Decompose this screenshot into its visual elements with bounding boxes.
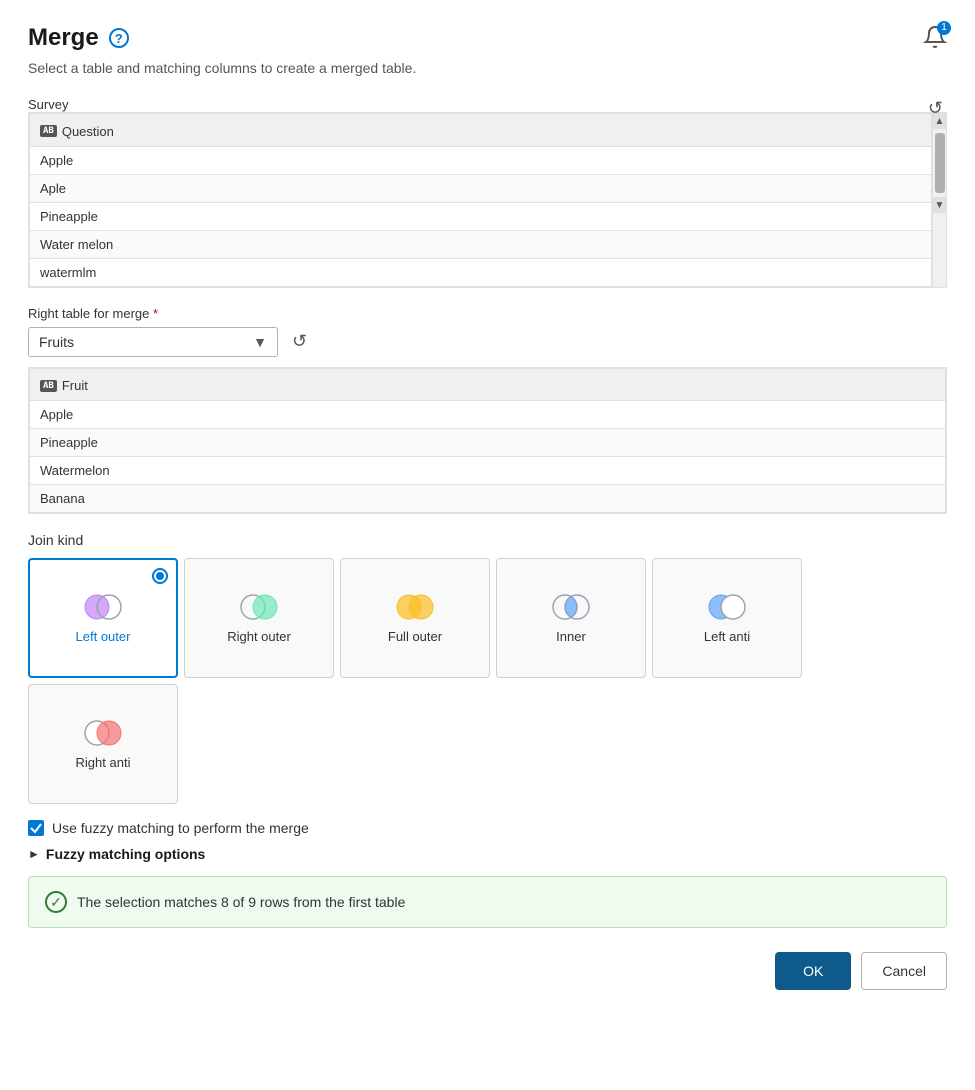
left-table: AB Question AppleAplePineappleWater melo… (29, 113, 932, 287)
success-icon: ✓ (45, 891, 67, 913)
footer-buttons: OK Cancel (28, 952, 947, 990)
left-table-label: Survey (28, 97, 68, 112)
right-table-dropdown[interactable]: Fruits ▼ (28, 327, 278, 357)
left-table-scrollbar[interactable]: ▲ ▼ (932, 113, 946, 287)
right-table-dropdown-row: Fruits ▼ ↺ (28, 327, 947, 357)
join-option-left-anti[interactable]: Left anti (652, 558, 802, 678)
join-kind-label: Join kind (28, 532, 947, 548)
subtitle: Select a table and matching columns to c… (28, 60, 947, 76)
chevron-down-icon: ▼ (253, 334, 267, 350)
right-table-column-header: AB Fruit (30, 368, 946, 401)
right-column-type-icon: AB (40, 380, 57, 392)
fuzzy-matching-checkbox[interactable] (28, 820, 44, 836)
table-row[interactable]: Pineapple (30, 429, 946, 457)
left-table-refresh-button[interactable]: ↺ (924, 96, 947, 121)
ok-button[interactable]: OK (775, 952, 851, 990)
venn-icon-right-outer (237, 593, 281, 621)
notification-badge: 1 (937, 21, 951, 35)
right-table-refresh-button[interactable]: ↺ (288, 329, 311, 354)
left-column-type-icon: AB (40, 125, 57, 137)
venn-icon-left-anti (705, 593, 749, 621)
join-option-right-anti[interactable]: Right anti (28, 684, 178, 804)
table-row[interactable]: Pineapple (30, 202, 932, 230)
table-row[interactable]: Apple (30, 401, 946, 429)
right-table-container: AB Fruit ApplePineappleWatermelonBanana (28, 367, 947, 515)
join-option-label-full-outer: Full outer (388, 629, 442, 644)
scroll-down-arrow[interactable]: ▼ (933, 197, 947, 213)
left-table-section: Survey ↺ AB Question AppleAplePineappleW… (28, 96, 947, 288)
fuzzy-matching-row: Use fuzzy matching to perform the merge (28, 820, 947, 836)
page-title: Merge (28, 24, 99, 52)
dropdown-value: Fruits (39, 334, 74, 350)
join-option-left-outer[interactable]: Left outer (28, 558, 178, 678)
left-column-header-label: Question (62, 124, 114, 139)
join-option-label-right-outer: Right outer (227, 629, 291, 644)
venn-icon-right-anti (81, 719, 125, 747)
join-option-label-inner: Inner (556, 629, 586, 644)
radio-selected-dot (152, 568, 168, 584)
join-options-container: Left outer Right outer Full outer Inner … (28, 558, 947, 804)
cancel-button[interactable]: Cancel (861, 952, 947, 990)
venn-icon-inner (549, 593, 593, 621)
table-row[interactable]: Banana (30, 485, 946, 513)
right-table: AB Fruit ApplePineappleWatermelonBanana (29, 368, 946, 514)
notification-icon[interactable]: 1 (923, 25, 947, 52)
chevron-right-icon: ► (28, 847, 40, 861)
scroll-thumb[interactable] (935, 133, 945, 193)
right-table-section: Right table for merge * Fruits ▼ ↺ AB Fr… (28, 306, 947, 515)
right-column-header-label: Fruit (62, 378, 88, 393)
join-kind-section: Join kind Left outer Right outer Full ou… (28, 532, 947, 804)
table-row[interactable]: Watermelon (30, 457, 946, 485)
success-message: The selection matches 8 of 9 rows from t… (77, 894, 405, 910)
help-icon[interactable]: ? (109, 28, 129, 48)
join-option-label-right-anti: Right anti (76, 755, 131, 770)
join-option-label-left-anti: Left anti (704, 629, 750, 644)
left-table-column-header: AB Question (30, 114, 932, 147)
table-row[interactable]: Water melon (30, 230, 932, 258)
table-row[interactable]: watermlm (30, 258, 932, 286)
right-table-label: Right table for merge * (28, 306, 947, 321)
fuzzy-matching-label: Use fuzzy matching to perform the merge (52, 820, 309, 836)
required-indicator: * (153, 306, 158, 321)
venn-icon-full-outer (393, 593, 437, 621)
join-option-inner[interactable]: Inner (496, 558, 646, 678)
join-option-label-left-outer: Left outer (76, 629, 131, 644)
page-header: Merge ? 1 (28, 24, 947, 52)
join-option-right-outer[interactable]: Right outer (184, 558, 334, 678)
table-row[interactable]: Aple (30, 174, 932, 202)
table-row[interactable]: Apple (30, 146, 932, 174)
join-option-full-outer[interactable]: Full outer (340, 558, 490, 678)
fuzzy-options-toggle[interactable]: ► Fuzzy matching options (28, 846, 947, 862)
left-table-container: AB Question AppleAplePineappleWater melo… (28, 112, 947, 288)
venn-icon-left-outer (81, 593, 125, 621)
fuzzy-options-label: Fuzzy matching options (46, 846, 205, 862)
success-banner: ✓ The selection matches 8 of 9 rows from… (28, 876, 947, 928)
